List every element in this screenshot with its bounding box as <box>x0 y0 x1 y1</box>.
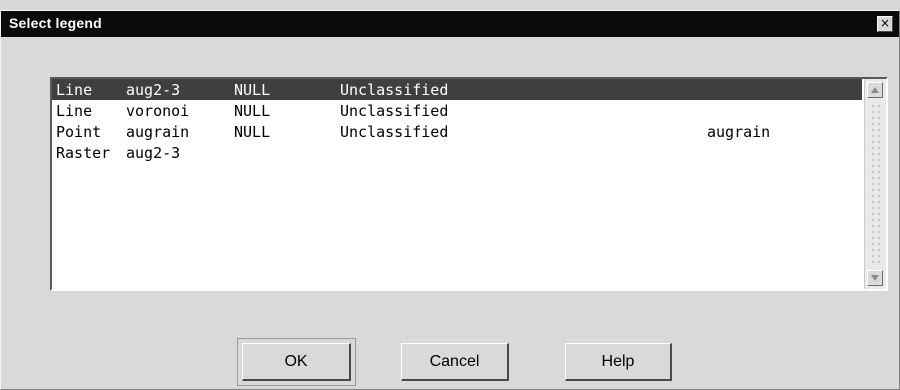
legend-null-value: NULL <box>234 123 271 141</box>
chevron-down-icon <box>871 275 879 281</box>
legend-classification: Unclassified <box>340 102 449 120</box>
vertical-scrollbar[interactable] <box>864 79 886 289</box>
dialog-title: Select legend <box>9 15 102 31</box>
legend-listbox[interactable]: Line aug2-3 NULL Unclassified Line voron… <box>50 77 888 291</box>
select-legend-dialog: Select legend × Line aug2-3 NULL Unclass… <box>0 10 900 390</box>
legend-classification: Unclassified <box>340 81 449 99</box>
title-bar[interactable]: Select legend × <box>1 11 899 37</box>
legend-type: Point <box>56 123 102 141</box>
legend-name: augrain <box>126 123 190 141</box>
cancel-button[interactable]: Cancel <box>401 343 509 381</box>
scroll-down-button[interactable] <box>867 270 883 286</box>
close-button[interactable]: × <box>877 16 893 32</box>
legend-label: augrain <box>707 123 771 141</box>
legend-type: Line <box>56 81 93 99</box>
legend-null-value: NULL <box>234 81 271 99</box>
close-icon: × <box>879 16 891 30</box>
legend-classification: Unclassified <box>340 123 449 141</box>
ok-button[interactable]: OK <box>242 343 351 381</box>
legend-name: voronoi <box>126 102 190 120</box>
legend-row[interactable]: Line voronoi NULL Unclassified <box>52 100 862 121</box>
legend-type: Line <box>56 102 93 120</box>
scroll-track[interactable] <box>870 103 880 263</box>
legend-row[interactable]: Raster aug2-3 <box>52 142 862 163</box>
help-button[interactable]: Help <box>565 343 672 381</box>
legend-null-value: NULL <box>234 102 271 120</box>
legend-type: Raster <box>56 144 111 162</box>
legend-row[interactable]: Line aug2-3 NULL Unclassified <box>52 79 862 100</box>
legend-row[interactable]: Point augrain NULL Unclassified augrain <box>52 121 862 142</box>
legend-list: Line aug2-3 NULL Unclassified Line voron… <box>52 79 862 289</box>
legend-name: aug2-3 <box>126 144 181 162</box>
chevron-up-icon <box>871 87 879 93</box>
scroll-up-button[interactable] <box>867 82 883 98</box>
legend-name: aug2-3 <box>126 81 181 99</box>
